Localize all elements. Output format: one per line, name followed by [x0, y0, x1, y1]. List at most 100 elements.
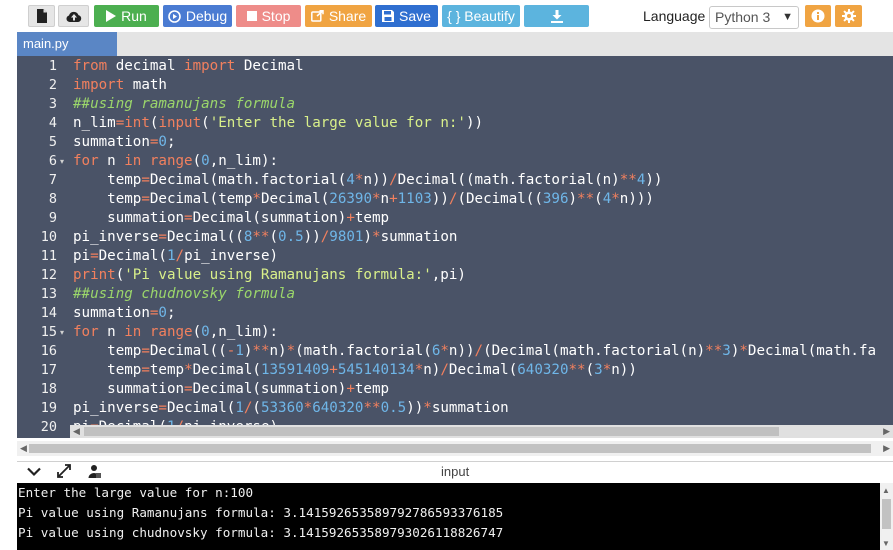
cloud-upload-icon: [65, 11, 81, 22]
debug-button[interactable]: Debug: [163, 5, 232, 27]
code-line[interactable]: summation=Decimal(summation)+temp: [73, 380, 389, 399]
code-token: **: [252, 343, 270, 359]
code-token: )): [431, 191, 449, 207]
code-token: Decimal(math.fa: [747, 343, 877, 359]
code-line[interactable]: temp=Decimal((-1)**n)*(math.factorial(6*…: [73, 342, 876, 361]
line-number: 14: [40, 305, 57, 321]
code-token: decimal: [107, 58, 185, 74]
code-line[interactable]: summation=Decimal(summation)+temp: [73, 209, 389, 228]
code-line[interactable]: from decimal import Decimal: [73, 57, 304, 76]
code-token: ,n_lim):: [209, 324, 279, 340]
new-file-button[interactable]: [28, 5, 55, 27]
code-token: *: [440, 343, 449, 359]
code-token: =: [184, 210, 193, 226]
code-token: **: [568, 362, 586, 378]
beautify-button[interactable]: { } Beautify: [442, 5, 520, 27]
code-token: Decimal(: [260, 191, 330, 207]
code-token: Decimal(: [192, 362, 261, 378]
code-line[interactable]: import math: [73, 76, 167, 95]
share-button[interactable]: Share: [305, 5, 372, 27]
code-token: math: [124, 77, 167, 93]
scroll-right-icon[interactable]: ▶: [883, 443, 890, 454]
code-token: Decimal: [235, 58, 304, 74]
scroll-up-icon[interactable]: ▲: [882, 486, 890, 495]
save-button[interactable]: Save: [375, 5, 438, 27]
scroll-right-icon[interactable]: ▶: [883, 426, 890, 437]
scroll-left-icon[interactable]: ◀: [73, 426, 80, 437]
code-line[interactable]: pi_inverse=Decimal((8**(0.5))/9801)*summ…: [73, 228, 457, 247]
fold-toggle-icon[interactable]: ▾: [60, 323, 64, 342]
code-token: 'Enter the large value for n:': [209, 115, 466, 131]
code-area[interactable]: from decimal import Decimal import math ##…: [73, 56, 893, 438]
tab-bar: main.py: [17, 32, 893, 56]
code-line[interactable]: print('Pi value using Ramanujans formula…: [73, 266, 466, 285]
console-vertical-scrollbar[interactable]: ▲ ▼: [880, 483, 893, 550]
line-number: 4: [48, 115, 57, 131]
code-line[interactable]: n_lim=int(input('Enter the large value f…: [73, 114, 483, 133]
code-token: temp: [73, 191, 142, 207]
language-select-value: Python 3: [715, 9, 771, 25]
settings-button[interactable]: [835, 5, 862, 27]
code-line[interactable]: ##using ramanujans formula: [73, 95, 295, 114]
code-token: (: [115, 267, 125, 283]
code-token: Decimal(summation): [192, 210, 347, 226]
page-horizontal-scrollbar[interactable]: ◀ ▶: [17, 441, 893, 456]
beautify-button-label: { } Beautify: [447, 8, 515, 24]
file-icon: [36, 9, 47, 23]
code-token: pi_inverse: [73, 229, 159, 245]
stop-button[interactable]: Stop: [236, 5, 301, 27]
run-button[interactable]: Run: [94, 5, 159, 27]
code-token: temp: [354, 210, 390, 226]
code-token: =: [141, 343, 150, 359]
editor-horizontal-scrollbar[interactable]: ◀ ▶: [70, 425, 893, 438]
code-line[interactable]: for n in range(0,n_lim):: [73, 152, 278, 171]
scrollbar-thumb[interactable]: [882, 499, 891, 529]
code-line[interactable]: pi_inverse=Decimal(1/(53360*640320**0.5)…: [73, 399, 509, 418]
line-number: 5: [48, 134, 57, 150]
code-token: (math.factorial(: [295, 343, 432, 359]
language-select[interactable]: Python 3 ▼: [709, 6, 799, 29]
code-token: )): [406, 400, 424, 416]
console-output[interactable]: Enter the large value for n:100 Pi value …: [17, 483, 880, 550]
open-file-button[interactable]: [58, 5, 89, 27]
code-token: *: [739, 343, 748, 359]
code-line[interactable]: temp=temp*Decimal(13591409+545140134*n)/…: [73, 361, 637, 380]
chevron-down-icon[interactable]: [27, 464, 41, 482]
scrollbar-thumb[interactable]: [84, 427, 779, 436]
fold-toggle-icon[interactable]: ▾: [60, 152, 64, 171]
info-button[interactable]: [805, 5, 831, 27]
language-label: Language: [643, 8, 706, 24]
code-token: *: [286, 343, 296, 359]
line-number: 3: [48, 96, 57, 112]
code-token: summation: [73, 305, 150, 321]
code-line[interactable]: temp=Decimal(math.factorial(4*n))/Decima…: [73, 171, 662, 190]
expand-icon[interactable]: [57, 464, 71, 483]
code-token: (: [192, 153, 202, 169]
code-token: n: [98, 324, 125, 340]
code-line[interactable]: summation=0;: [73, 304, 176, 323]
code-token: /: [175, 248, 185, 264]
code-token: (Decimal((: [457, 191, 543, 207]
scroll-left-icon[interactable]: ◀: [20, 443, 27, 454]
code-token: ,pi): [431, 267, 466, 283]
code-editor[interactable]: 1 2 3 4 5 6 ▾ 7 8 9 10 11 12 13 14 15 ▾ 16 17 18 19 20 from d…: [17, 56, 893, 438]
line-number: 19: [40, 400, 57, 416]
code-line[interactable]: ##using chudnovsky formula: [73, 285, 295, 304]
terminal-user-icon[interactable]: [87, 464, 101, 483]
code-line[interactable]: pi=Decimal(1/pi_inverse): [73, 247, 278, 266]
code-token: 640320: [312, 400, 364, 416]
code-token: ##using chudnovsky formula: [73, 286, 296, 302]
code-token: ;: [166, 305, 176, 321]
code-token: 1103: [397, 191, 432, 207]
code-token: 0: [158, 134, 167, 150]
code-line[interactable]: for n in range(0,n_lim):: [73, 323, 278, 342]
scroll-down-icon[interactable]: ▼: [882, 539, 890, 548]
download-button[interactable]: [524, 5, 589, 27]
code-token: =: [158, 229, 167, 245]
code-token: 1: [235, 343, 244, 359]
scrollbar-thumb[interactable]: [29, 444, 871, 453]
code-token: summation: [73, 210, 185, 226]
code-line[interactable]: temp=Decimal(temp*Decimal(26390*n+1103))…: [73, 190, 654, 209]
tab-main-py[interactable]: main.py: [17, 32, 117, 56]
code-line[interactable]: summation=0;: [73, 133, 176, 152]
